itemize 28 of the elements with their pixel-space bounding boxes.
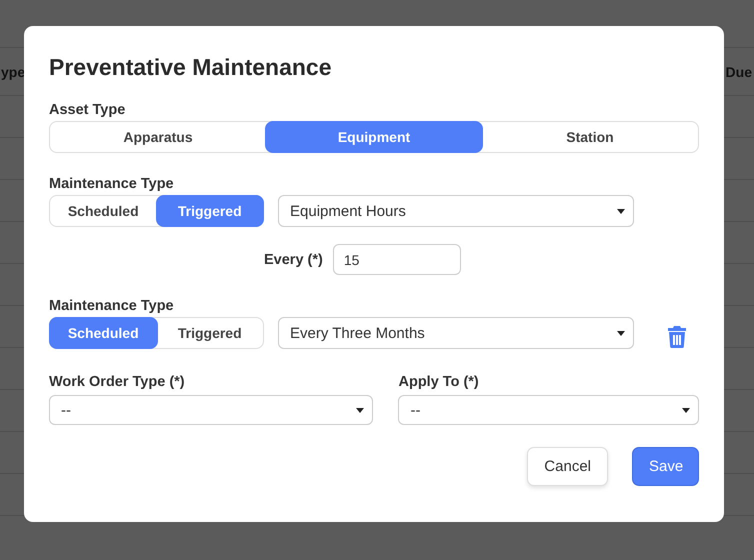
column-header: Due (726, 64, 752, 80)
dropdown[interactable]: Equipment Hours (278, 195, 634, 227)
field-label: Apply To (*) (398, 374, 480, 390)
trash-icon[interactable] (668, 326, 686, 348)
dropdown[interactable]: -- (398, 395, 699, 425)
caret-icon (682, 408, 690, 412)
field-label: Work Order Type (*) (49, 374, 186, 390)
dropdown[interactable]: -- (49, 395, 374, 425)
save-button[interactable]: Save (632, 447, 699, 486)
segment-tab[interactable]: Scheduled (49, 195, 158, 227)
input-field[interactable]: 15 (332, 244, 461, 275)
cancel-button[interactable]: Cancel (527, 447, 608, 486)
segment-tab[interactable]: Apparatus (49, 121, 267, 153)
caret-icon (617, 208, 625, 214)
column-header: ype (1, 64, 26, 80)
dropdown[interactable]: Every Three Months (278, 317, 634, 349)
segment-tab[interactable]: Triggered (156, 317, 264, 349)
caret-icon (356, 408, 364, 412)
field-label: Asset Type (49, 102, 126, 118)
dialog-title: Preventative Maintenance (49, 53, 333, 82)
segment-tab[interactable]: Equipment (265, 121, 483, 153)
field-label: Maintenance Type (49, 176, 175, 192)
field-label: Maintenance Type (49, 298, 175, 314)
segment-tab[interactable]: Triggered (156, 195, 264, 227)
segment-tab[interactable]: Scheduled (49, 317, 158, 349)
segment-tab[interactable]: Station (481, 121, 699, 153)
caret-icon (617, 330, 625, 336)
field-label: Every (*) (264, 252, 323, 268)
